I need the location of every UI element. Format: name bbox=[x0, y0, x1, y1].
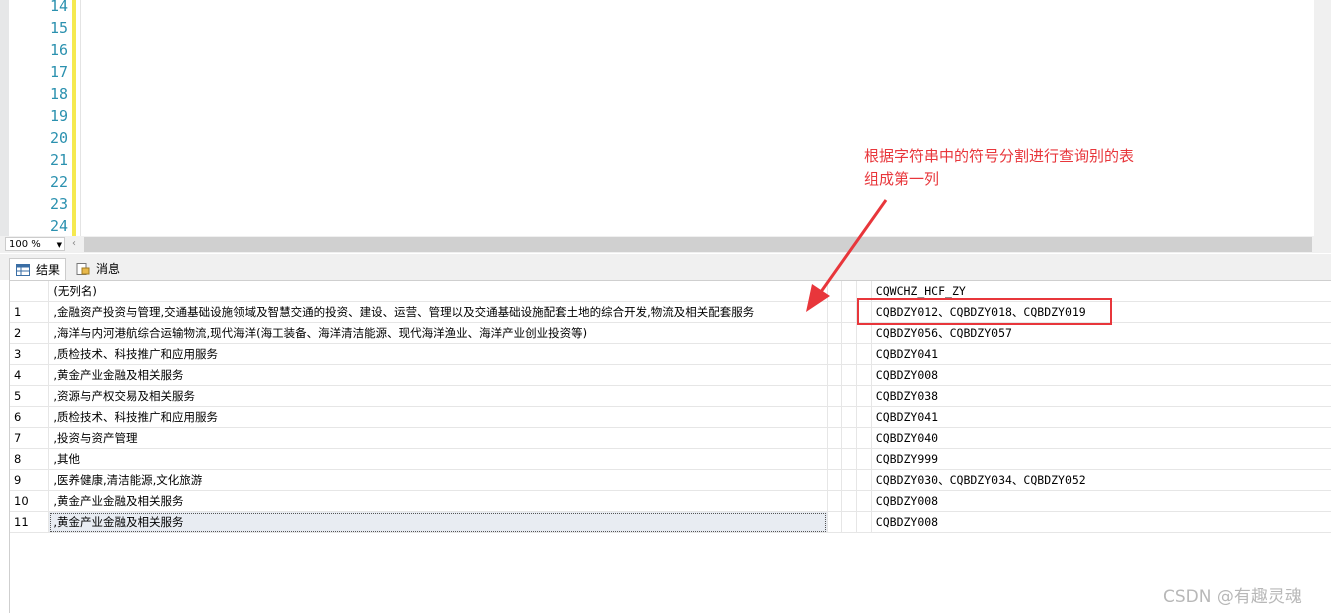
watermark: CSDN @有趣灵魂 bbox=[1163, 587, 1302, 607]
annotation-arrow bbox=[806, 199, 888, 312]
